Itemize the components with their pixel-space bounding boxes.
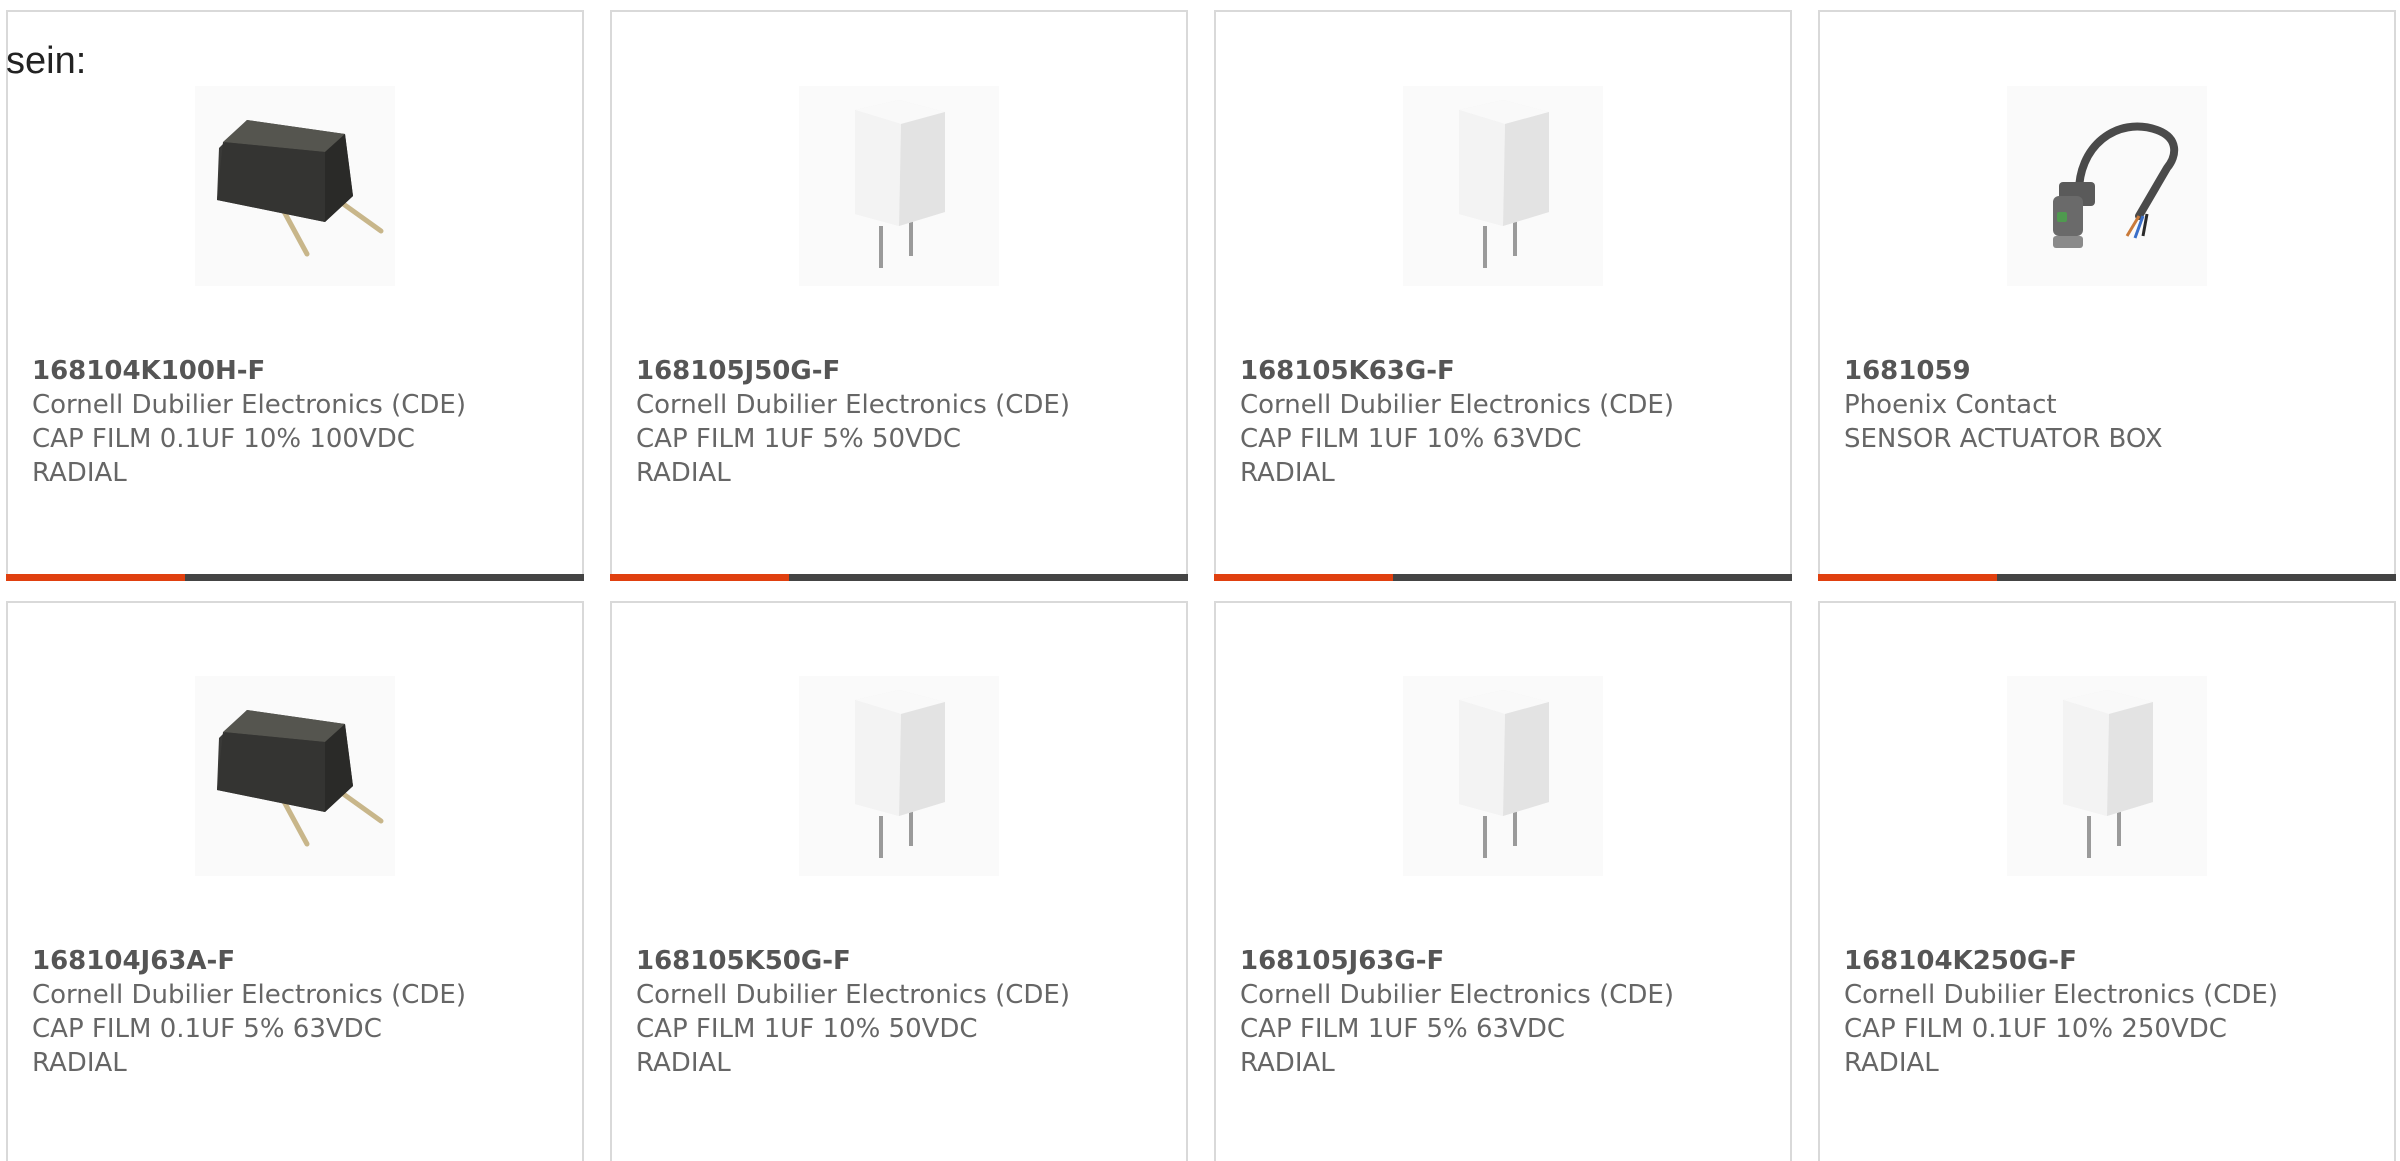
sensor-cable-icon [2053, 122, 2179, 248]
product-card[interactable]: 168105J63G-F Cornell Dubilier Electronic… [1214, 601, 1792, 1161]
product-card[interactable]: 168104J63A-F Cornell Dubilier Electronic… [6, 601, 584, 1161]
description-line: CAP FILM 0.1UF 10% 100VDC [32, 424, 415, 454]
manufacturer-name: Cornell Dubilier Electronics (CDE) [636, 390, 1070, 420]
part-number-link[interactable]: 168104K100H-F [32, 354, 570, 388]
intro-text: sein: [6, 40, 87, 82]
description-line: RADIAL [1240, 1048, 1335, 1078]
white-box-capacitor-icon [855, 690, 945, 858]
progress-fill [1214, 574, 1394, 581]
card-progress-bar [1214, 574, 1792, 581]
manufacturer-name: Cornell Dubilier Electronics (CDE) [636, 980, 1070, 1010]
description-line: RADIAL [32, 458, 127, 488]
part-number-link[interactable]: 1681059 [1844, 354, 2382, 388]
description-line: RADIAL [1240, 458, 1335, 488]
product-card[interactable]: 168105K63G-F Cornell Dubilier Electronic… [1214, 10, 1792, 581]
black-film-capacitor-icon [217, 710, 384, 847]
part-number-link[interactable]: 168105K63G-F [1240, 354, 1778, 388]
card-progress-bar [1818, 574, 2396, 581]
product-card[interactable]: 168105K50G-F Cornell Dubilier Electronic… [610, 601, 1188, 1161]
progress-fill [610, 574, 790, 581]
product-image[interactable] [195, 86, 395, 286]
white-box-capacitor-icon [2063, 690, 2153, 858]
manufacturer-name: Cornell Dubilier Electronics (CDE) [32, 390, 466, 420]
product-image[interactable] [2007, 86, 2207, 286]
description-line: RADIAL [32, 1048, 127, 1078]
manufacturer-name: Cornell Dubilier Electronics (CDE) [1240, 980, 1674, 1010]
part-number-link[interactable]: 168104K250G-F [1844, 944, 2382, 978]
product-grid-page: sein: 168104K100H-F Cornell Dubilier Ele… [0, 0, 2400, 1161]
white-box-capacitor-icon [1459, 100, 1549, 268]
product-image[interactable] [799, 86, 999, 286]
description-line: CAP FILM 1UF 5% 63VDC [1240, 1014, 1566, 1044]
product-card[interactable]: 168104K100H-F Cornell Dubilier Electroni… [6, 10, 584, 581]
description-line: CAP FILM 1UF 10% 50VDC [636, 1014, 978, 1044]
description-line: CAP FILM 0.1UF 5% 63VDC [32, 1014, 382, 1044]
product-card[interactable]: 168104K250G-F Cornell Dubilier Electroni… [1818, 601, 2396, 1161]
manufacturer-name: Cornell Dubilier Electronics (CDE) [1844, 980, 2278, 1010]
white-box-capacitor-icon [1459, 690, 1549, 858]
product-card[interactable]: 1681059 Phoenix Contact SENSOR ACTUATOR … [1818, 10, 2396, 581]
white-box-capacitor-icon [855, 100, 945, 268]
product-image[interactable] [1403, 86, 1603, 286]
description-line: CAP FILM 1UF 5% 50VDC [636, 424, 962, 454]
description-line: SENSOR ACTUATOR BOX [1844, 424, 2163, 454]
manufacturer-name: Cornell Dubilier Electronics (CDE) [1240, 390, 1674, 420]
description-line: RADIAL [636, 458, 731, 488]
card-progress-bar [6, 574, 584, 581]
product-image[interactable] [799, 676, 999, 876]
part-number-link[interactable]: 168104J63A-F [32, 944, 570, 978]
black-film-capacitor-icon [217, 120, 384, 257]
description-line: RADIAL [636, 1048, 731, 1078]
description-line: CAP FILM 1UF 10% 63VDC [1240, 424, 1582, 454]
product-image[interactable] [195, 676, 395, 876]
part-number-link[interactable]: 168105K50G-F [636, 944, 1174, 978]
manufacturer-name: Cornell Dubilier Electronics (CDE) [32, 980, 466, 1010]
part-number-link[interactable]: 168105J63G-F [1240, 944, 1778, 978]
progress-fill [1818, 574, 1998, 581]
description-line: CAP FILM 0.1UF 10% 250VDC [1844, 1014, 2227, 1044]
description-line: RADIAL [1844, 1048, 1939, 1078]
part-number-link[interactable]: 168105J50G-F [636, 354, 1174, 388]
progress-fill [6, 574, 186, 581]
product-image[interactable] [2007, 676, 2207, 876]
card-progress-bar [610, 574, 1188, 581]
product-image[interactable] [1403, 676, 1603, 876]
manufacturer-name: Phoenix Contact [1844, 390, 2057, 420]
product-card[interactable]: 168105J50G-F Cornell Dubilier Electronic… [610, 10, 1188, 581]
